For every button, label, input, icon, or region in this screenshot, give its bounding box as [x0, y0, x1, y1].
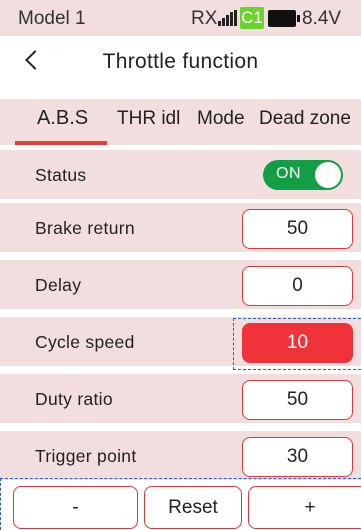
tab-bar: A.B.S THR idl Mode Dead zone — [0, 88, 361, 146]
row-duty-ratio: Duty ratio 50 — [0, 370, 361, 423]
bottom-controls: - Reset + — [0, 478, 361, 530]
row-label: Brake return — [35, 218, 135, 238]
active-tab-indicator — [15, 141, 107, 145]
status-toggle[interactable]: ON — [263, 160, 343, 190]
toggle-knob — [315, 162, 341, 188]
toggle-state: ON — [276, 165, 301, 182]
delay-value[interactable]: 0 — [242, 266, 353, 306]
rx-label: RX — [191, 8, 218, 29]
row-label: Duty ratio — [35, 389, 113, 409]
status-bar: Model 1 RX C1 8.4V — [0, 0, 361, 36]
row-trigger-point: Trigger point 30 — [0, 427, 361, 480]
trigger-point-value[interactable]: 30 — [242, 437, 353, 477]
tab-mode[interactable]: Mode — [197, 108, 245, 130]
row-brake-return: Brake return 50 — [0, 199, 361, 252]
cycle-speed-value[interactable]: 10 — [242, 323, 353, 363]
row-label: Delay — [35, 275, 82, 295]
brake-return-value[interactable]: 50 — [242, 209, 353, 249]
row-label: Trigger point — [35, 446, 137, 466]
signal-bars-icon — [218, 10, 238, 26]
battery-full-icon — [268, 10, 300, 27]
row-status: Status ON — [0, 146, 361, 199]
channel-badge: C1 — [240, 7, 264, 29]
battery-voltage: 8.4V — [302, 8, 342, 29]
reset-button[interactable]: Reset — [144, 486, 242, 529]
row-cycle-speed: Cycle speed 10 — [0, 313, 361, 370]
row-label: Status — [35, 165, 87, 185]
model-name: Model 1 — [18, 8, 86, 29]
tab-thr-idl[interactable]: THR idl — [117, 108, 180, 130]
decrement-button[interactable]: - — [13, 486, 138, 529]
tab-dead-zone[interactable]: Dead zone — [259, 108, 351, 130]
row-label: Cycle speed — [35, 332, 135, 352]
row-delay: Delay 0 — [0, 256, 361, 309]
page-title: Throttle function — [102, 50, 259, 73]
tab-abs[interactable]: A.B.S — [37, 107, 88, 130]
header: Throttle function — [0, 36, 361, 88]
duty-ratio-value[interactable]: 50 — [242, 380, 353, 420]
increment-button[interactable]: + — [248, 486, 361, 529]
